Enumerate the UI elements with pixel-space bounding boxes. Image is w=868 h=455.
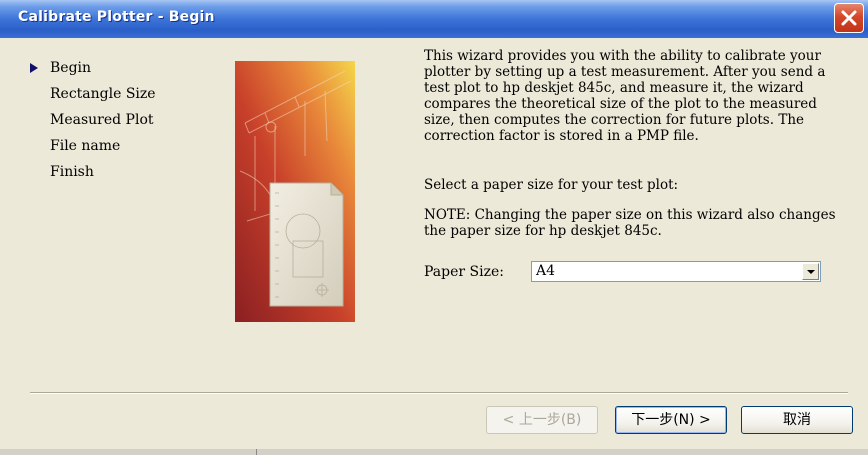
close-button[interactable] — [834, 3, 864, 33]
step-rectangle-size: Rectangle Size — [30, 84, 156, 110]
close-icon — [841, 10, 857, 26]
step-label: Rectangle Size — [50, 86, 156, 102]
button-separator — [30, 392, 848, 394]
paper-size-prompt: Select a paper size for your test plot: — [424, 177, 679, 193]
title-bar[interactable]: Calibrate Plotter - Begin — [0, 0, 868, 38]
step-measured-plot: Measured Plot — [30, 110, 156, 136]
step-label: Finish — [50, 164, 94, 180]
step-begin: Begin — [30, 58, 156, 84]
arrow-right-icon — [30, 63, 38, 73]
paper-size-note: NOTE: Changing the paper size on this wi… — [424, 207, 836, 239]
step-finish: Finish — [30, 162, 156, 188]
step-label: Begin — [50, 60, 92, 76]
wizard-description: This wizard provides you with the abilit… — [424, 48, 826, 144]
next-button[interactable]: 下一步(N) > — [615, 406, 727, 434]
step-file-name: File name — [30, 136, 156, 162]
paper-size-select[interactable]: A4 — [531, 261, 821, 282]
cancel-button[interactable]: 取消 — [741, 406, 853, 434]
step-label: Measured Plot — [50, 112, 154, 128]
window-title: Calibrate Plotter - Begin — [18, 9, 215, 25]
calibrate-plotter-dialog: Calibrate Plotter - Begin Begin Rectangl… — [0, 0, 868, 455]
paper-size-label: Paper Size: — [424, 264, 504, 280]
wizard-body: Begin Rectangle Size Measured Plot File … — [0, 38, 868, 455]
back-button[interactable]: < 上一步(B) — [486, 406, 598, 434]
chevron-down-icon[interactable] — [802, 263, 819, 280]
plotter-illustration — [235, 61, 355, 322]
step-label: File name — [50, 138, 121, 154]
edge-mark — [256, 449, 257, 455]
wizard-steps: Begin Rectangle Size Measured Plot File … — [30, 58, 156, 188]
paper-size-value: A4 — [536, 263, 556, 279]
taskbar-edge — [0, 449, 868, 455]
